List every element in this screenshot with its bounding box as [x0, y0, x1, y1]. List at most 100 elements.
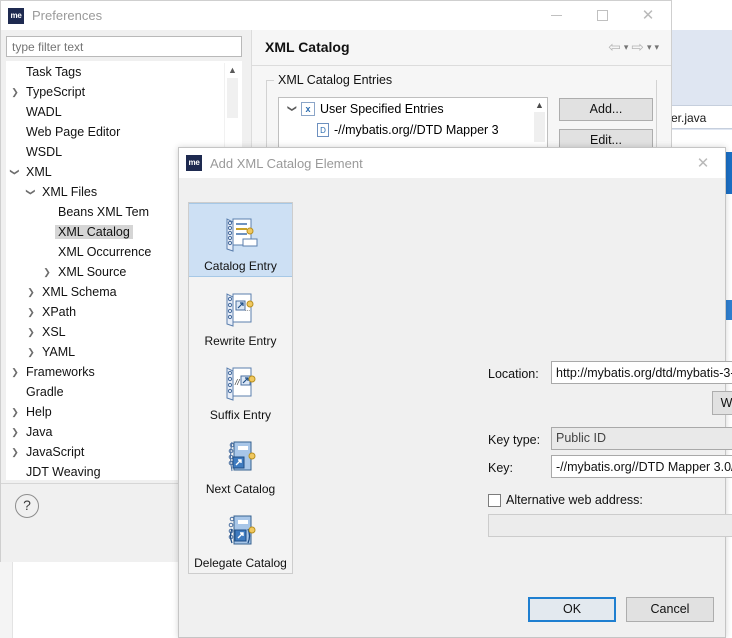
sidebar-item-typescript[interactable]: ❯ TypeScript	[7, 82, 241, 102]
chevron-right-icon[interactable]: ❯	[39, 262, 55, 282]
scrollbar-thumb[interactable]	[227, 78, 238, 118]
entry-type-catalog-entry[interactable]: Catalog Entry	[189, 203, 292, 277]
sidebar-item-label: XML	[26, 165, 52, 179]
sidebar-item-wadl[interactable]: WADL	[7, 102, 241, 122]
svg-text:...: ...	[245, 307, 250, 313]
sidebar-item-label: XML Catalog	[55, 225, 133, 239]
sidebar-item-label: TypeScript	[26, 85, 86, 99]
catalog-entry-row[interactable]: ❯ x User Specified Entries	[279, 98, 547, 119]
delegate-catalog-icon	[219, 508, 263, 556]
screen-root: er.java me Preferences ✕ Task Tags❯TypeS…	[0, 0, 732, 638]
key-label: Key:	[488, 461, 514, 475]
scroll-up-icon[interactable]: ▲	[225, 63, 240, 78]
key-type-select[interactable]: Public ID ▾	[551, 427, 732, 450]
location-input[interactable]	[551, 361, 732, 384]
catalog-entry-label: -//mybatis.org//DTD Mapper 3	[334, 122, 499, 137]
chevron-down-icon[interactable]: ❯	[7, 164, 25, 180]
chevron-down-icon[interactable]: ❯	[21, 184, 41, 200]
alternative-web-address-input[interactable]	[488, 514, 732, 537]
chevron-right-icon[interactable]: ❯	[23, 282, 39, 302]
entry-type-next-catalog[interactable]: Next Catalog	[189, 425, 292, 499]
sidebar-item-label: XPath	[42, 305, 77, 319]
entries-scroll-up-icon[interactable]: ▲	[533, 99, 546, 112]
sidebar-item-task-tags[interactable]: Task Tags	[7, 62, 241, 82]
alternative-web-address-checkbox[interactable]	[488, 493, 501, 507]
chevron-right-icon[interactable]: ❯	[7, 442, 23, 462]
dialog-app-logo-icon: me	[186, 155, 202, 171]
xml-file-icon: x	[301, 101, 315, 116]
ide-accent-bar-secondary	[726, 300, 732, 320]
key-type-label: Key type:	[488, 433, 541, 447]
entry-type-items: Catalog Entry... Rewrite Entry // Suffix En…	[189, 203, 292, 573]
entry-type-suffix-entry[interactable]: // Suffix Entry	[189, 351, 292, 425]
sidebar-item-label: XML Files	[42, 185, 98, 199]
rewrite-entry-icon: ...	[219, 286, 263, 334]
sidebar-item-label: XSL	[42, 325, 66, 339]
minimize-icon	[550, 15, 562, 16]
help-icon[interactable]: ?	[15, 494, 39, 518]
entry-type-delegate-catalog[interactable]: Delegate Catalog	[189, 499, 292, 573]
dialog-close-button[interactable]: ✕	[681, 148, 725, 178]
back-arrow-icon[interactable]: ⇦	[608, 38, 621, 56]
close-button[interactable]: ✕	[625, 1, 671, 30]
chevron-right-icon[interactable]: ❯	[7, 402, 23, 422]
cancel-button[interactable]: Cancel	[626, 597, 714, 622]
sidebar-item-label: XML Schema	[42, 285, 117, 299]
forward-dropdown-icon[interactable]: ▾	[647, 42, 652, 53]
sidebar-item-label: YAML	[42, 345, 76, 359]
chevron-down-icon[interactable]: ❯	[287, 100, 298, 118]
sidebar-item-label: Help	[26, 405, 52, 419]
entry-type-label: Suffix Entry	[209, 408, 272, 422]
key-type-value: Public ID	[556, 431, 607, 445]
editor-tab[interactable]: er.java	[668, 105, 732, 129]
chevron-right-icon[interactable]: ❯	[23, 342, 39, 362]
close-icon: ✕	[641, 7, 655, 24]
add-xml-catalog-element-dialog: me Add XML Catalog Element ✕ Catalog Ent…	[178, 147, 732, 638]
catalog-entry-row[interactable]: D -//mybatis.org//DTD Mapper 3	[279, 119, 547, 140]
sidebar-item-web-page-editor[interactable]: Web Page Editor	[7, 122, 241, 142]
chevron-right-icon[interactable]: ❯	[7, 422, 23, 442]
sidebar-item-label: XML Occurrence	[58, 245, 152, 259]
minimize-button[interactable]	[533, 1, 579, 30]
sidebar-item-label: Task Tags	[26, 65, 82, 79]
forward-arrow-icon[interactable]: ⇨	[631, 38, 644, 56]
suffix-entry-icon: //	[219, 360, 263, 408]
entries-scrollbar-thumb[interactable]	[534, 112, 545, 142]
sidebar-item-label: JDT Weaving	[26, 465, 101, 479]
entry-type-rewrite-entry[interactable]: ... Rewrite Entry	[189, 277, 292, 351]
sidebar-item-label: XML Source	[58, 265, 127, 279]
chevron-right-icon[interactable]: ❯	[7, 82, 23, 102]
sidebar-item-label: Web Page Editor	[26, 125, 121, 139]
maximize-button[interactable]	[579, 1, 625, 30]
dialog-titlebar: me Add XML Catalog Element ✕	[179, 148, 725, 178]
sidebar-item-label: Gradle	[26, 385, 64, 399]
workspace-button[interactable]: Workspace...	[712, 391, 732, 415]
ok-button[interactable]: OK	[528, 597, 616, 622]
chevron-right-icon[interactable]: ❯	[23, 302, 39, 322]
sidebar-item-label: WSDL	[26, 145, 63, 159]
group-legend-label: XML Catalog Entries	[274, 73, 397, 87]
sidebar-item-label: Frameworks	[26, 365, 95, 379]
back-dropdown-icon[interactable]: ▾	[624, 42, 629, 53]
chevron-right-icon[interactable]: ❯	[23, 322, 39, 342]
entry-type-list[interactable]: Catalog Entry... Rewrite Entry // Suffix En…	[188, 202, 293, 574]
key-input[interactable]	[551, 455, 732, 478]
chevron-right-icon[interactable]: ❯	[7, 362, 23, 382]
filter-input[interactable]	[6, 36, 242, 57]
entry-type-label: Rewrite Entry	[204, 334, 277, 348]
alternative-web-address-row[interactable]: Alternative web address:	[488, 493, 643, 507]
add-entry-button[interactable]: Add...	[559, 98, 653, 121]
menu-dropdown-icon[interactable]: ▾	[654, 42, 659, 53]
